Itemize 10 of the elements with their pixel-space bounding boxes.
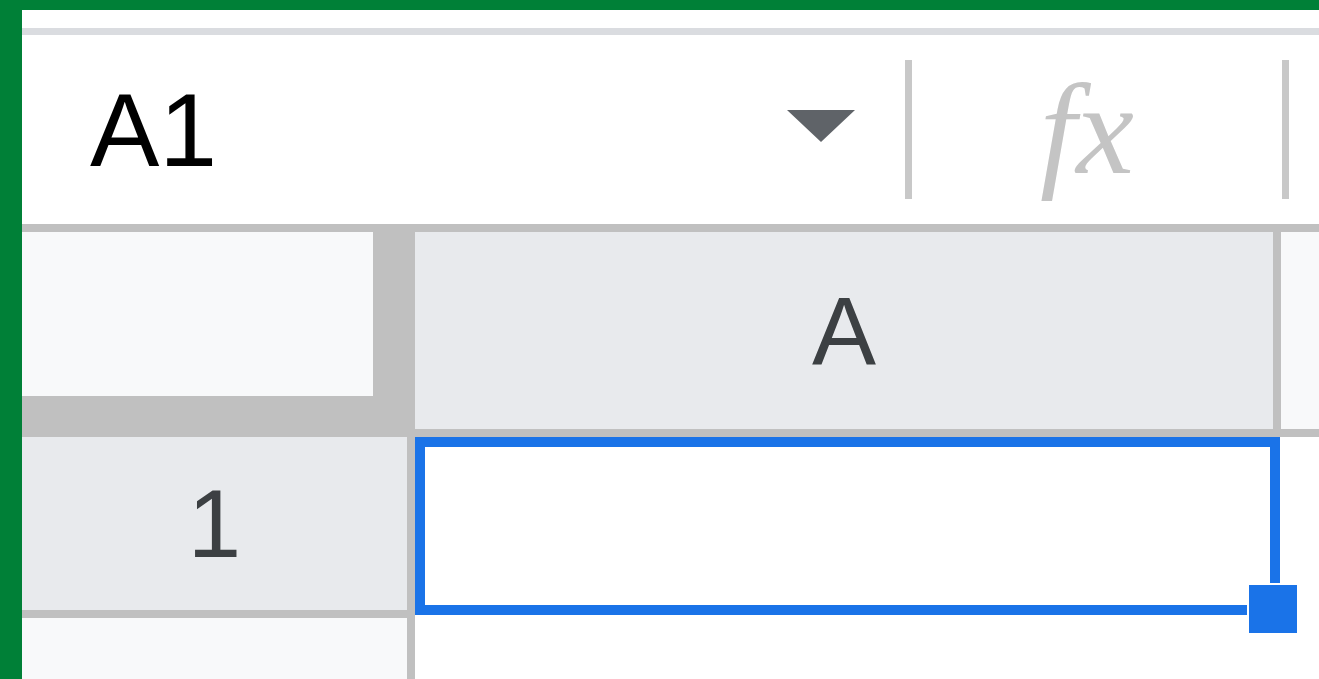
column-header[interactable] [1281,232,1319,429]
fx-icon: fx [1030,45,1164,214]
corner-cell[interactable] [22,232,373,396]
fill-handle[interactable] [1247,583,1299,635]
spreadsheet-cell[interactable] [415,437,1280,615]
row-header[interactable] [22,618,407,679]
row-header[interactable]: 1 [22,437,407,610]
dropdown-caret-icon [787,109,855,142]
name-box[interactable]: A1 [22,35,905,224]
column-header[interactable]: A [415,232,1273,429]
